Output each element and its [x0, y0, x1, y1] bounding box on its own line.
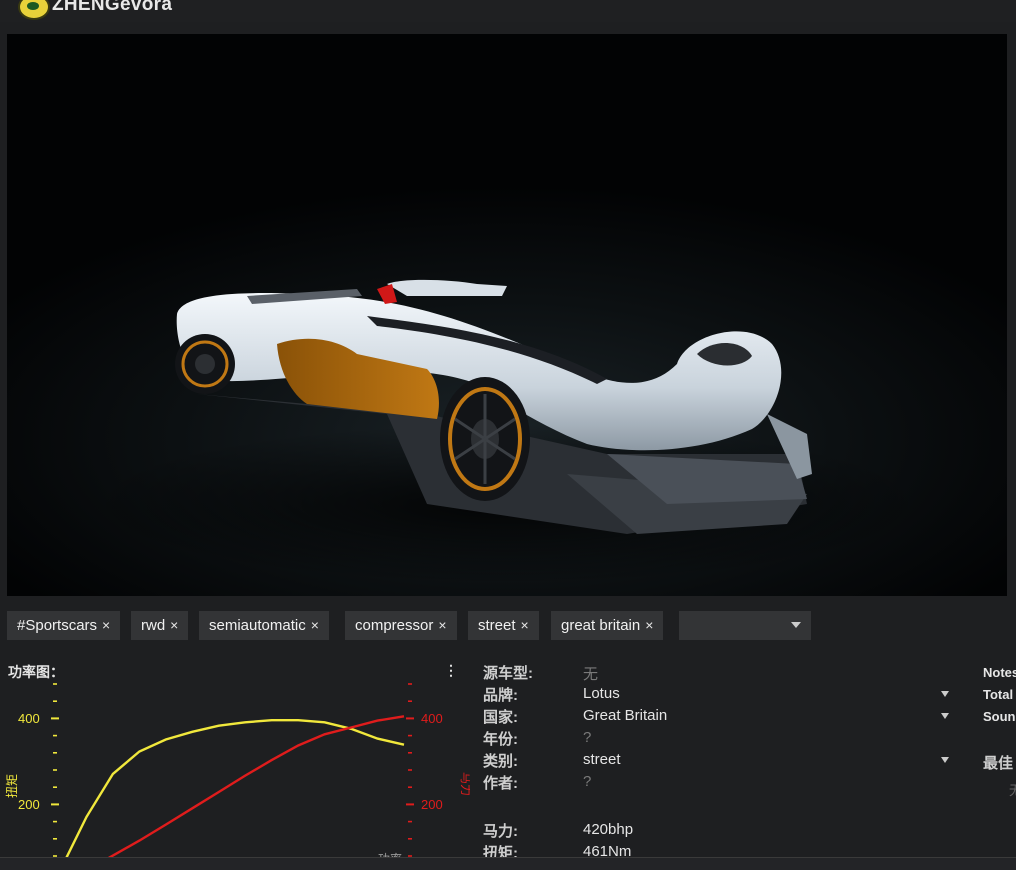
tag-remove-icon[interactable]: ×	[438, 617, 446, 633]
tag-label: compressor	[355, 617, 434, 634]
tag-label: rwd	[141, 617, 166, 634]
tag-remove-icon[interactable]: ×	[645, 617, 653, 633]
best-value: 无	[1009, 783, 1016, 798]
spec-key: 源车型:	[483, 665, 533, 682]
sound-label[interactable]: Sound	[983, 709, 1016, 724]
spec-value[interactable]: 无	[583, 663, 598, 684]
spec-row-source: 源车型: 无	[483, 662, 963, 684]
tag-remove-icon[interactable]: ×	[102, 617, 110, 633]
notes-label[interactable]: Notes	[983, 665, 1016, 680]
spec-key: 年份:	[483, 731, 518, 748]
spec-key: 马力:	[483, 823, 518, 840]
left-tick-label: 200	[18, 797, 40, 812]
tag-label: street	[478, 617, 516, 634]
chevron-down-icon[interactable]	[941, 757, 949, 763]
tag-remove-icon[interactable]: ×	[170, 617, 178, 633]
spec-key: 品牌:	[483, 687, 518, 704]
spec-row-year: 年份:?	[483, 728, 963, 750]
tag-label: semiautomatic	[209, 617, 306, 634]
window-title: ZHENGevora	[52, 0, 173, 15]
right-axis-label: 马力	[459, 772, 470, 796]
spec-value[interactable]: ?	[583, 773, 591, 790]
title-bar: ZHENGevora	[0, 0, 1016, 22]
best-label: 最佳	[983, 755, 1014, 772]
power-series-line	[107, 715, 405, 857]
total-label[interactable]: Total	[983, 687, 1013, 702]
left-tick-label: 400	[18, 711, 40, 726]
chevron-down-icon[interactable]	[941, 691, 949, 697]
tag-rwd[interactable]: rwd ×	[131, 611, 189, 640]
tag-semiautomatic[interactable]: semiautomatic ×	[199, 611, 329, 640]
torque-series-line	[65, 719, 405, 857]
lotus-logo-icon	[18, 0, 50, 20]
tag-add-dropdown[interactable]	[679, 611, 811, 640]
car-preview[interactable]	[7, 34, 1007, 596]
tag-great-britain[interactable]: great britain ×	[551, 611, 664, 640]
tag-compressor[interactable]: compressor ×	[345, 611, 457, 640]
tag-remove-icon[interactable]: ×	[311, 617, 319, 633]
bottom-bar	[0, 857, 1016, 870]
more-vertical-icon[interactable]: ⋮	[444, 662, 458, 679]
spec-key: 类别:	[483, 753, 518, 770]
tag-label: great britain	[561, 617, 641, 634]
right-axis	[406, 683, 414, 857]
tag-sportscars[interactable]: #Sportscars ×	[7, 611, 121, 640]
spec-row-class: 类别: street	[483, 750, 963, 772]
spec-key: 作者:	[483, 775, 518, 792]
chevron-down-icon	[791, 622, 801, 628]
right-tick-label: 400	[421, 711, 443, 726]
spec-value[interactable]: ?	[583, 729, 591, 746]
spec-value[interactable]: Great Britain	[583, 707, 667, 724]
spec-row-country: 国家: Great Britain	[483, 706, 963, 728]
tag-remove-icon[interactable]: ×	[521, 617, 529, 633]
spec-key: 国家:	[483, 709, 518, 726]
tag-street[interactable]: street ×	[468, 611, 539, 640]
chevron-down-icon[interactable]	[941, 713, 949, 719]
spec-value[interactable]: street	[583, 751, 621, 768]
spec-row-power: 马力: 420bhp	[483, 820, 963, 842]
tag-label: #Sportscars	[17, 617, 98, 634]
chart-title: 功率图：	[8, 664, 64, 680]
spec-row-author: 作者:?	[483, 772, 963, 794]
right-tick-label: 200	[421, 797, 443, 812]
left-axis	[51, 683, 59, 857]
left-axis-label: 扭矩	[5, 774, 19, 798]
spec-row-brand: 品牌: Lotus	[483, 684, 963, 706]
power-chart: 400 200 400 200 扭矩 马力 功率	[5, 683, 470, 857]
car-render-image	[87, 279, 927, 584]
spec-value[interactable]: Lotus	[583, 685, 620, 702]
spec-value[interactable]: 420bhp	[583, 821, 633, 838]
